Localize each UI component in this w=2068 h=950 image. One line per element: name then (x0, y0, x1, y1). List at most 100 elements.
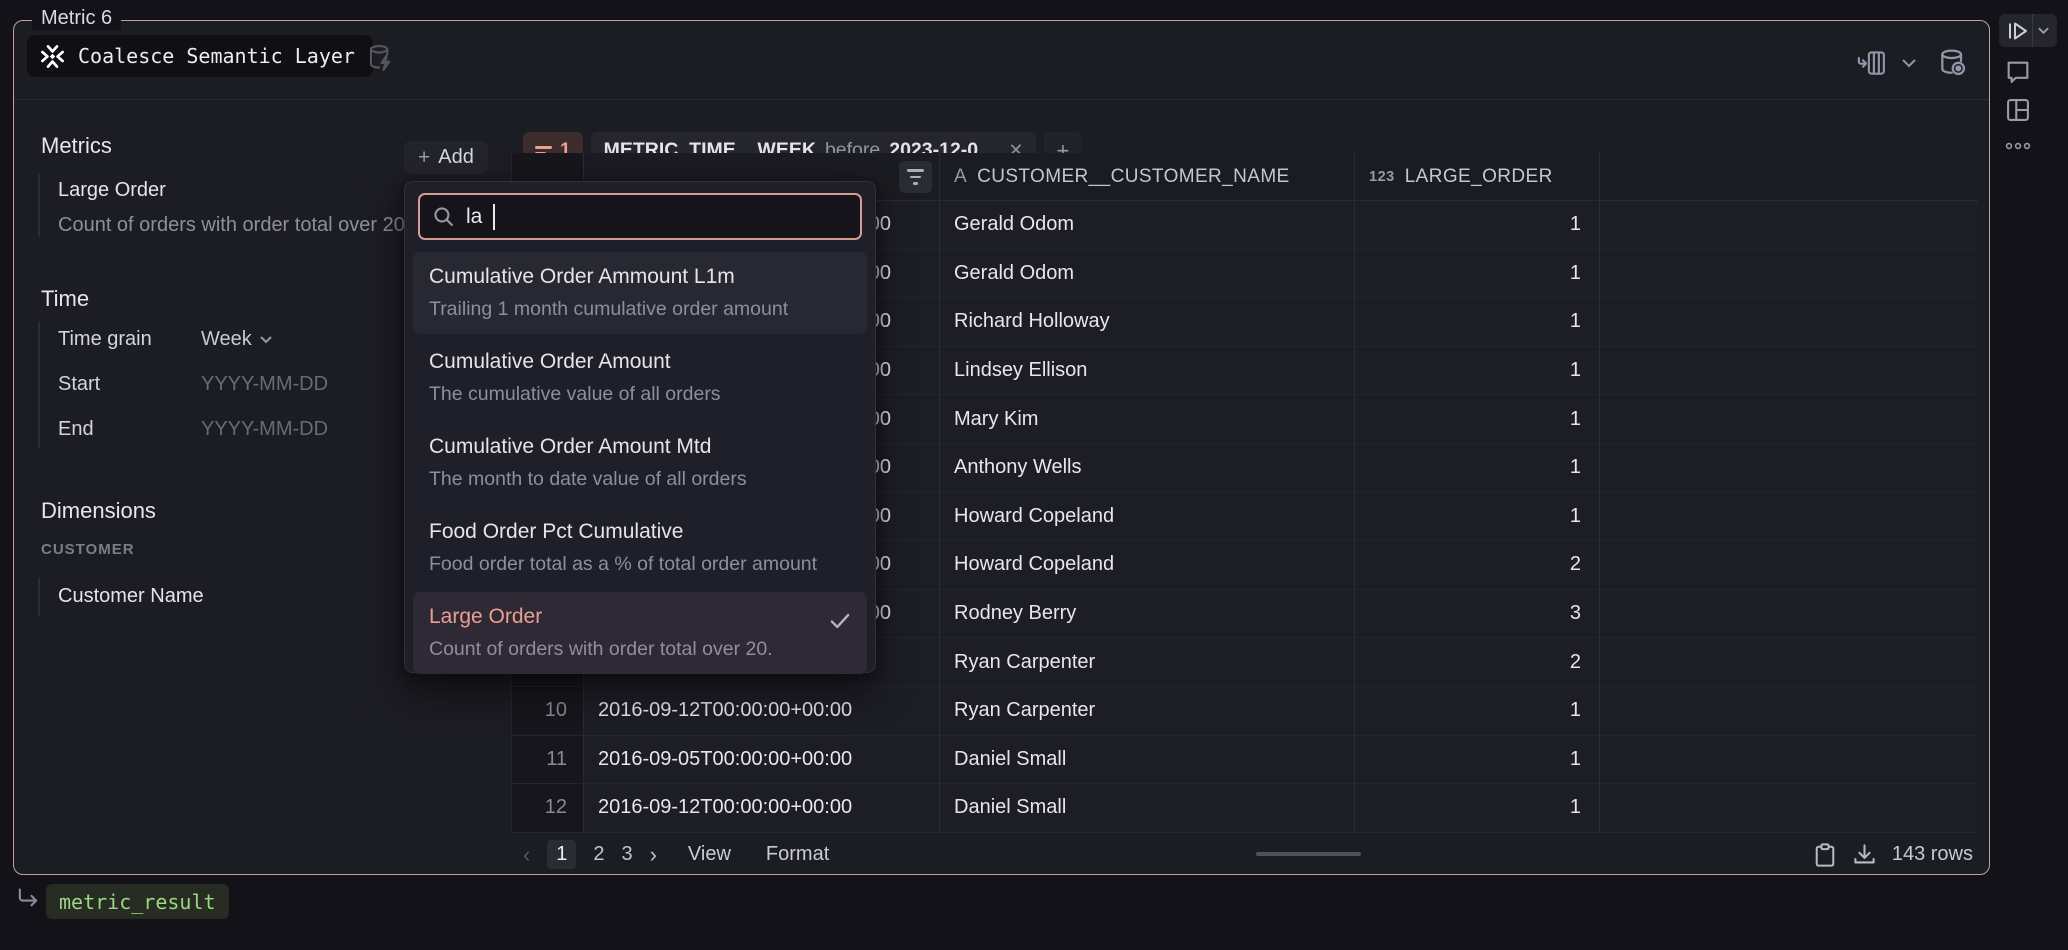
run-button-group[interactable] (1999, 14, 2057, 47)
value-cell: 1 (1355, 444, 1600, 492)
view-menu-button[interactable]: View (688, 843, 731, 866)
start-date-input[interactable]: YYYY-MM-DD (201, 373, 328, 396)
option-title: Large Order (429, 605, 851, 629)
format-menu-button[interactable]: Format (766, 843, 829, 866)
text-type-icon: A (954, 166, 967, 188)
table-footer-right: 143 rows (1813, 833, 1973, 876)
sidebar-dimension-customer-name[interactable]: Customer Name (58, 585, 204, 608)
date-cell: 2016-09-12T00:00:00+00:00 (584, 784, 940, 832)
dimension-group-label: CUSTOMER (41, 541, 135, 558)
download-icon[interactable] (1852, 842, 1877, 867)
coalesce-logo-icon (39, 43, 66, 70)
metric-indent-line (38, 173, 40, 237)
customer-cell: Anthony Wells (940, 444, 1355, 492)
run-options-chevron-icon[interactable] (2037, 26, 2050, 35)
prev-page-button[interactable]: ‹ (523, 842, 530, 868)
number-type-icon: 123 (1369, 169, 1395, 185)
option-subtitle: Count of orders with order total over 20… (429, 638, 851, 661)
end-date-input[interactable]: YYYY-MM-DD (201, 418, 328, 441)
page-button-1[interactable]: 1 (547, 840, 576, 869)
app-window: Metric 6 Coalesce Semantic Layer (0, 0, 2068, 950)
row-number-cell: 12 (512, 784, 584, 832)
customer-cell: Ryan Carpenter (940, 687, 1355, 735)
row-number-cell: 10 (512, 687, 584, 735)
filler-cell (1600, 590, 1978, 638)
horizontal-scrollbar-thumb[interactable] (1256, 852, 1361, 856)
filler-cell (1600, 298, 1978, 346)
dimensions-heading: Dimensions (41, 498, 156, 524)
customer-cell: Rodney Berry (940, 590, 1355, 638)
end-label: End (58, 418, 201, 441)
header-divider (14, 99, 1989, 100)
table-row[interactable]: 12 2016-09-12T00:00:00+00:00 Daniel Smal… (512, 784, 1978, 833)
page-button-2[interactable]: 2 (593, 843, 604, 866)
layout-panels-icon[interactable] (2004, 96, 2032, 124)
insert-into-table-icon[interactable] (1857, 48, 1887, 78)
value-cell: 1 (1355, 736, 1600, 784)
option-subtitle: Trailing 1 month cumulative order amount (429, 298, 851, 321)
date-cell: 2016-09-12T00:00:00+00:00 (584, 687, 940, 735)
metric-option[interactable]: Food Order Pct Cumulative Food order tot… (413, 507, 867, 589)
option-subtitle: The month to date value of all orders (429, 468, 851, 491)
metric-result-tag[interactable]: metric_result (46, 884, 229, 919)
value-cell: 1 (1355, 298, 1600, 346)
text-cursor (493, 204, 495, 230)
database-flash-icon[interactable] (366, 43, 396, 73)
chevron-down-icon[interactable] (1901, 58, 1917, 68)
customer-cell: Gerald Odom (940, 250, 1355, 298)
metric-search-input[interactable]: la (418, 193, 862, 240)
time-grain-label: Time grain (58, 328, 201, 351)
table-row[interactable]: 10 2016-09-12T00:00:00+00:00 Ryan Carpen… (512, 687, 1978, 736)
option-title: Cumulative Order Amount (429, 350, 851, 374)
column-filter-icon[interactable] (899, 161, 932, 193)
connection-chip[interactable]: Coalesce Semantic Layer (27, 35, 373, 77)
metric-search-dropdown: la Cumulative Order Ammount L1m Trailing… (404, 181, 876, 673)
page-button-3[interactable]: 3 (621, 843, 632, 866)
metric-option[interactable]: Cumulative Order Amount The cumulative v… (413, 337, 867, 419)
right-toolbar-rail (1996, 0, 2068, 950)
filler-cell (1600, 201, 1978, 249)
comments-icon[interactable] (2004, 58, 2032, 86)
value-cell: 1 (1355, 395, 1600, 443)
more-options-icon[interactable] (2004, 140, 2032, 152)
add-metric-button[interactable]: + Add (404, 141, 488, 174)
metric-option[interactable]: Large Order Count of orders with order t… (413, 592, 867, 674)
time-grain-select[interactable]: Week (201, 328, 273, 351)
pagination: ‹ 1 2 3 › View Format (523, 840, 829, 869)
metric-option[interactable]: Cumulative Order Amount Mtd The month to… (413, 422, 867, 504)
option-subtitle: Food order total as a % of total order a… (429, 553, 851, 576)
metric-options-list: Cumulative Order Ammount L1m Trailing 1 … (413, 252, 867, 674)
option-subtitle: The cumulative value of all orders (429, 383, 851, 406)
value-cell: 1 (1355, 347, 1600, 395)
next-page-button[interactable]: › (650, 842, 657, 868)
filler-cell (1600, 493, 1978, 541)
result-arrow-icon (14, 886, 42, 914)
customer-cell: Howard Copeland (940, 541, 1355, 589)
database-preview-icon[interactable] (1937, 47, 1969, 79)
time-heading: Time (41, 286, 89, 312)
value-column-header[interactable]: 123 LARGE_ORDER (1355, 153, 1600, 200)
value-cell: 1 (1355, 201, 1600, 249)
customer-column-header[interactable]: A CUSTOMER__CUSTOMER_NAME (940, 153, 1355, 200)
metric-option[interactable]: Cumulative Order Ammount L1m Trailing 1 … (413, 252, 867, 334)
row-number-cell: 11 (512, 736, 584, 784)
filler-cell (1600, 395, 1978, 443)
customer-cell: Howard Copeland (940, 493, 1355, 541)
filler-cell (1600, 347, 1978, 395)
customer-cell: Mary Kim (940, 395, 1355, 443)
date-cell: 2016-09-05T00:00:00+00:00 (584, 736, 940, 784)
search-icon (432, 205, 455, 228)
customer-cell: Gerald Odom (940, 201, 1355, 249)
filler-column-header (1600, 153, 1978, 200)
table-row[interactable]: 11 2016-09-05T00:00:00+00:00 Daniel Smal… (512, 736, 1978, 785)
copy-icon[interactable] (1813, 842, 1837, 868)
sidebar-metric-large-order[interactable]: Large Order (58, 179, 166, 202)
option-title: Food Order Pct Cumulative (429, 520, 851, 544)
value-cell: 1 (1355, 493, 1600, 541)
customer-cell: Daniel Small (940, 784, 1355, 832)
time-grain-row: Time grain Week (58, 324, 273, 354)
table-footer-bar: ‹ 1 2 3 › View Format (511, 833, 1989, 876)
filler-cell (1600, 638, 1978, 686)
filler-cell (1600, 687, 1978, 735)
plus-icon: + (418, 146, 430, 170)
